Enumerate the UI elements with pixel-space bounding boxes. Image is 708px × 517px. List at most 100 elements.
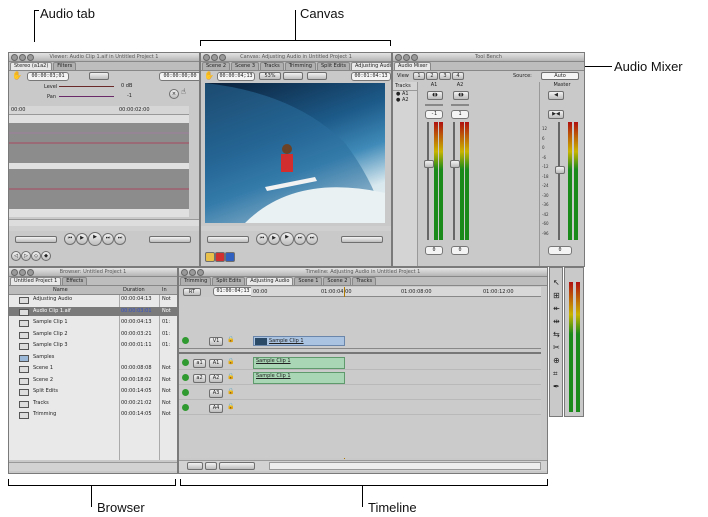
channel-a2-pan-slider[interactable]: [451, 104, 469, 106]
level-value[interactable]: 0 dB: [121, 83, 132, 89]
channel-a1-pan-slider[interactable]: [425, 104, 443, 106]
pen-tool-icon[interactable]: ✒: [553, 382, 560, 391]
lock-icon[interactable]: 🔒: [227, 373, 234, 380]
source-select[interactable]: Auto: [541, 72, 579, 80]
list-item[interactable]: Samples: [9, 353, 177, 362]
master-downmix-button[interactable]: ▶◀: [548, 110, 564, 119]
channel-a2-pan-value[interactable]: 1: [451, 110, 469, 119]
timeline-scrollbar[interactable]: [269, 462, 541, 470]
viewer-scrollbar[interactable]: [9, 219, 199, 226]
audio-track-label[interactable]: A1: [209, 359, 223, 368]
tab-scene-2[interactable]: Scene 2: [202, 62, 231, 70]
list-item[interactable]: Tracks 00:00:21:02 Not: [9, 399, 177, 408]
column-in[interactable]: In: [162, 286, 167, 294]
channel-a1-mute-button[interactable]: ◖◗: [427, 91, 443, 100]
jog-control[interactable]: [149, 236, 191, 243]
edit-selection-tool-icon[interactable]: ⊞: [553, 291, 560, 300]
browser-titlebar[interactable]: Browser: Untitled Project 1: [9, 268, 177, 277]
tab-trimming[interactable]: Trimming: [180, 277, 212, 285]
roll-tool-icon[interactable]: ⇹: [553, 317, 560, 326]
timeline-ruler[interactable]: 00:00 01:00:04:00 01:00:08:00 01:00:12:0…: [251, 287, 541, 297]
tab-audio-mixer[interactable]: Audio Mixer: [394, 62, 432, 70]
tab-adjusting-audio[interactable]: Adjusting Audio: [246, 277, 294, 285]
tab-scene-3[interactable]: Scene 3: [231, 62, 260, 70]
replace-button[interactable]: [225, 252, 235, 262]
canvas-scrubber[interactable]: [201, 226, 391, 231]
tab-tracks[interactable]: Tracks: [260, 62, 284, 70]
go-prev-edit-button[interactable]: ⏮: [64, 233, 76, 245]
window-controls[interactable]: [395, 54, 419, 61]
canvas-titlebar[interactable]: Canvas: Adjusting Audio in Untitled Proj…: [201, 53, 391, 62]
channel-a2-mute-button[interactable]: ◖◗: [453, 91, 469, 100]
master-level[interactable]: 0: [548, 246, 572, 255]
list-item[interactable]: Audio Clip 1.aif 00:00:03:01 Not: [9, 306, 177, 316]
pan-slider[interactable]: [59, 96, 114, 97]
play-around-button[interactable]: ⏭: [102, 233, 114, 245]
insert-button[interactable]: [205, 252, 215, 262]
channel-a1-pan-value[interactable]: -1: [425, 110, 443, 119]
list-item[interactable]: Sample Clip 1 00:00:04:13 01:: [9, 318, 177, 327]
overwrite-button[interactable]: [215, 252, 225, 262]
audio-track-enable-icon[interactable]: [182, 404, 189, 411]
selection-tool-icon[interactable]: ↖: [553, 278, 560, 287]
canvas-view-popup[interactable]: [283, 72, 303, 80]
window-controls[interactable]: [203, 54, 227, 61]
shuttle-control[interactable]: [15, 236, 57, 243]
channel-a1-fader-thumb[interactable]: [424, 160, 434, 168]
list-item[interactable]: Scene 2 00:00:18:02 Not: [9, 376, 177, 385]
viewer-timecode-current[interactable]: 00:00:00;00: [159, 72, 199, 81]
list-item[interactable]: Scene 1 00:00:08:08 Not: [9, 364, 177, 373]
waveform-display[interactable]: [9, 115, 189, 217]
canvas-overlay-popup[interactable]: [307, 72, 327, 80]
track-height-control[interactable]: [187, 462, 203, 470]
play-button[interactable]: ▶: [88, 232, 102, 246]
master-fader-track[interactable]: [558, 122, 560, 240]
mixer-titlebar[interactable]: Tool Bench: [393, 53, 584, 62]
tab-effects[interactable]: Effects: [62, 277, 88, 285]
viewer-titlebar[interactable]: Viewer: Audio Clip 1.aif in Untitled Pro…: [9, 53, 199, 62]
tab-filters[interactable]: Filters: [53, 62, 77, 70]
timeline-titlebar[interactable]: Timeline: Adjusting Audio in Untitled Pr…: [179, 268, 547, 277]
channel-a1-fader-track[interactable]: [427, 122, 429, 240]
v1-clip[interactable]: Sample Clip 1: [253, 336, 345, 346]
v1-lock-icon[interactable]: 🔒: [227, 336, 234, 343]
channel-a2-fader-thumb[interactable]: [450, 160, 460, 168]
canvas-play-around-button[interactable]: ⏭: [294, 233, 306, 245]
hand-icon[interactable]: ✋: [204, 71, 214, 80]
list-item[interactable]: Sample Clip 2 00:00:03:21 01:: [9, 330, 177, 339]
column-duration[interactable]: Duration: [123, 286, 145, 294]
view-button-2[interactable]: 2: [426, 72, 438, 80]
master-fader-thumb[interactable]: [555, 166, 565, 174]
drag-hand-icon[interactable]: ☝: [181, 87, 186, 96]
track-item-a2[interactable]: ● A2: [393, 97, 417, 103]
level-slider[interactable]: [59, 86, 114, 87]
tab-audio[interactable]: Stereo (a1a2): [10, 62, 53, 70]
channel-a2-fader-track[interactable]: [453, 122, 455, 240]
list-item[interactable]: Adjusting Audio 00:00:04:13 Not: [9, 295, 177, 304]
audio-track-label[interactable]: A4: [209, 404, 223, 413]
tab-adjusting-audio[interactable]: Adjusting Audio: [350, 62, 391, 70]
rt-popup[interactable]: RT: [183, 288, 201, 296]
canvas-zoom-popup[interactable]: 53%: [259, 72, 281, 80]
canvas-shuttle-control[interactable]: [207, 236, 249, 243]
tab-untitled-project[interactable]: Untitled Project 1: [10, 277, 62, 285]
viewer-scrubber[interactable]: [9, 226, 199, 231]
pan-value[interactable]: -1: [127, 93, 132, 99]
source-track-label[interactable]: a1: [193, 359, 206, 368]
reset-button[interactable]: ×: [169, 89, 179, 99]
tab-tracks[interactable]: Tracks: [352, 277, 377, 285]
viewer-timecode-duration[interactable]: 00:00:03;01: [27, 72, 69, 81]
lock-icon[interactable]: 🔒: [227, 388, 234, 395]
clip-overlays-toggle[interactable]: [205, 462, 217, 470]
source-track-label[interactable]: a2: [193, 374, 206, 383]
audio-track-enable-icon[interactable]: [182, 359, 189, 366]
zoom-slider[interactable]: [219, 462, 255, 470]
slip-tool-icon[interactable]: ⇆: [553, 330, 560, 339]
canvas-next-edit-button[interactable]: ⏭: [306, 233, 318, 245]
master-mute-button[interactable]: ◀: [548, 91, 564, 100]
tab-split-edits[interactable]: Split Edits: [212, 277, 246, 285]
tab-scene-1[interactable]: Scene 1: [294, 277, 323, 285]
zoom-tool-icon[interactable]: ⊕: [553, 356, 560, 365]
add-marker-button[interactable]: ◆: [41, 251, 51, 261]
window-controls[interactable]: [11, 54, 35, 61]
